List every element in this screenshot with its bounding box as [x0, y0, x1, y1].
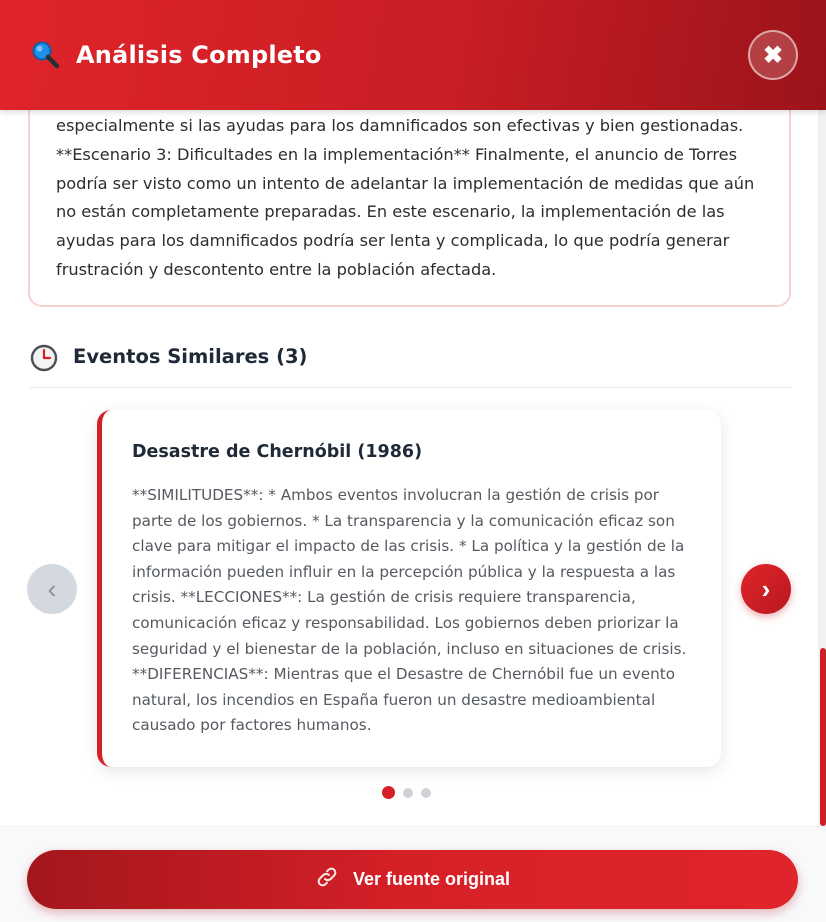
view-source-label: Ver fuente original — [352, 869, 511, 889]
similar-events-title: Eventos Similares (3) — [73, 345, 308, 368]
event-text: **SIMILITUDES**: * Ambos eventos involuc… — [132, 486, 687, 735]
analysis-text: especialmente si las ayudas para los dam… — [56, 116, 755, 279]
carousel-indicators — [382, 786, 431, 799]
analysis-card: especialmente si las ayudas para los dam… — [28, 110, 791, 307]
modal-title: Análisis Completo — [76, 41, 322, 69]
close-icon: ✖ — [762, 41, 784, 69]
clock-icon — [30, 344, 58, 372]
carousel-prev-button[interactable]: ‹ — [27, 564, 77, 614]
magnifier-icon — [30, 39, 62, 71]
chevron-left-icon: ‹ — [47, 573, 57, 604]
event-title: Desastre de Chernóbil (1986) — [132, 442, 423, 462]
event-card: Desastre de Chernóbil (1986) **SIMILITUD… — [97, 410, 721, 767]
similar-events-header: Eventos Similares (3) — [30, 342, 792, 388]
view-source-button[interactable]: Ver fuente original — [27, 850, 798, 909]
carousel-dot[interactable] — [421, 787, 431, 798]
carousel-dot[interactable] — [403, 787, 413, 798]
chevron-right-icon: › — [761, 573, 771, 604]
modal-body[interactable]: especialmente si las ayudas para los dam… — [0, 110, 826, 826]
scrollbar-thumb[interactable] — [820, 648, 826, 826]
close-button[interactable]: ✖ — [748, 30, 798, 80]
link-icon — [315, 865, 339, 894]
modal-header: Análisis Completo ✖ — [0, 0, 826, 110]
modal-footer: Ver fuente original — [0, 826, 826, 922]
carousel-next-button[interactable]: › — [741, 564, 791, 614]
carousel-dot[interactable] — [382, 786, 395, 799]
